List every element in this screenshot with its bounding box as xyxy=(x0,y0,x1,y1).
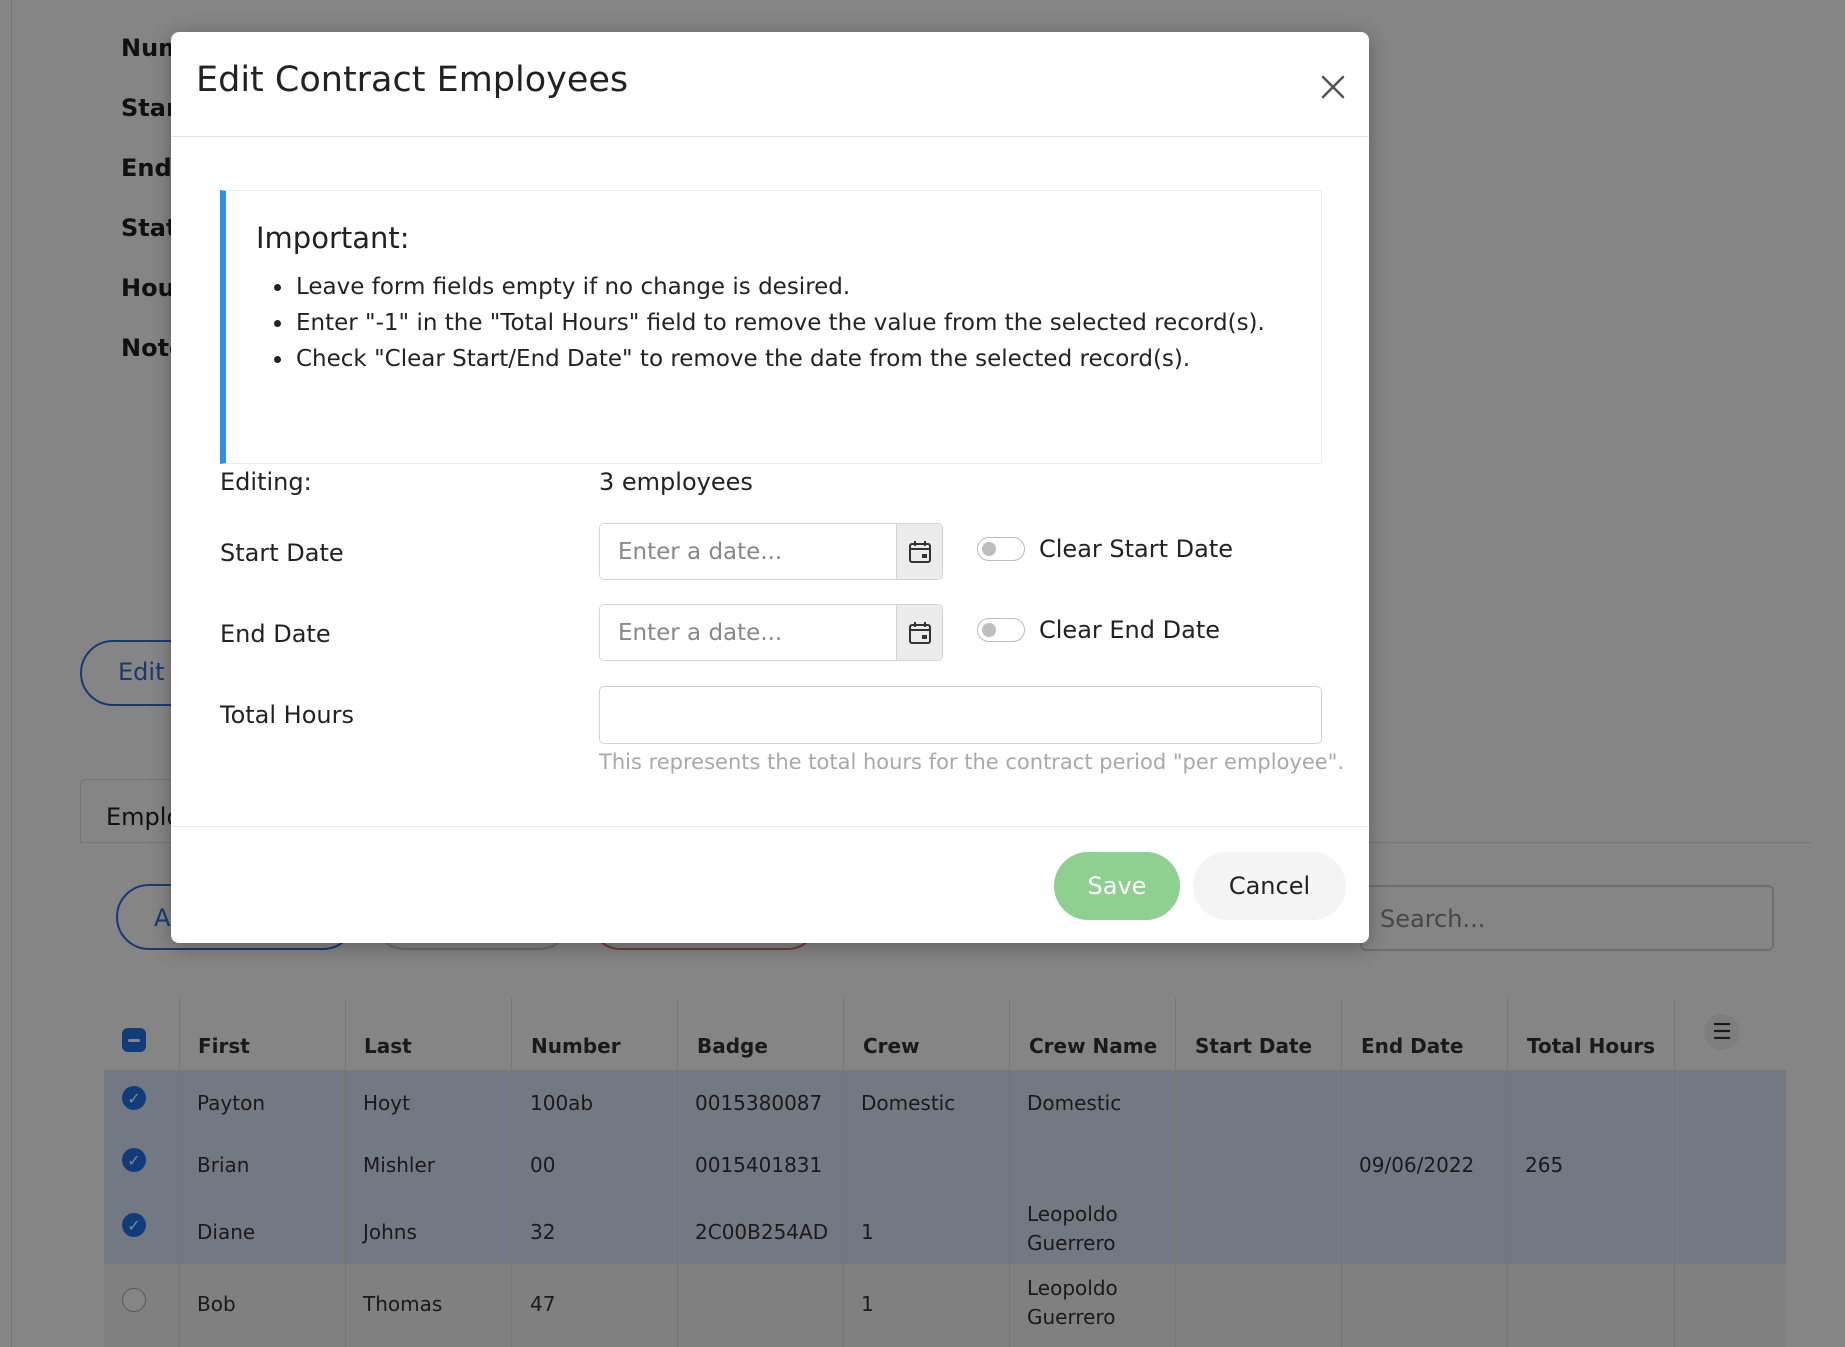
callout-item: Check "Clear Start/End Date" to remove t… xyxy=(274,341,1265,377)
callout-title: Important: xyxy=(256,221,410,255)
clear-end-date-label: Clear End Date xyxy=(1039,616,1220,644)
total-hours-label: Total Hours xyxy=(220,701,354,729)
cancel-button[interactable]: Cancel xyxy=(1193,852,1346,920)
clear-end-date-switch[interactable] xyxy=(977,618,1025,642)
total-hours-input[interactable] xyxy=(599,686,1322,744)
total-hours-help: This represents the total hours for the … xyxy=(599,750,1345,774)
clear-start-date-toggle[interactable]: Clear Start Date xyxy=(977,535,1233,563)
clear-start-date-switch[interactable] xyxy=(977,537,1025,561)
end-date-input[interactable] xyxy=(600,605,895,660)
callout-list: Leave form fields empty if no change is … xyxy=(256,269,1265,377)
edit-contract-employees-modal: Edit Contract Employees Important: Leave… xyxy=(171,32,1369,943)
callout-item: Leave form fields empty if no change is … xyxy=(274,269,1265,305)
calendar-icon xyxy=(909,540,931,563)
clear-start-date-label: Clear Start Date xyxy=(1039,535,1234,563)
editing-label: Editing: xyxy=(220,468,312,496)
save-button[interactable]: Save xyxy=(1054,852,1180,920)
close-icon[interactable] xyxy=(1313,67,1353,107)
modal-footer: Save Cancel xyxy=(171,826,1369,944)
important-callout: Important: Leave form fields empty if no… xyxy=(220,190,1322,464)
modal-title: Edit Contract Employees xyxy=(196,60,629,100)
end-date-calendar-button[interactable] xyxy=(896,605,942,660)
start-date-group xyxy=(599,523,943,580)
clear-end-date-toggle[interactable]: Clear End Date xyxy=(977,616,1220,644)
end-date-label: End Date xyxy=(220,620,331,648)
start-date-label: Start Date xyxy=(220,539,344,567)
start-date-input[interactable] xyxy=(600,524,895,579)
calendar-icon xyxy=(909,621,931,644)
modal-header: Edit Contract Employees xyxy=(171,32,1369,137)
end-date-group xyxy=(599,604,943,661)
start-date-calendar-button[interactable] xyxy=(896,524,942,579)
callout-item: Enter "-1" in the "Total Hours" field to… xyxy=(274,305,1265,341)
editing-count: 3 employees xyxy=(599,468,753,496)
